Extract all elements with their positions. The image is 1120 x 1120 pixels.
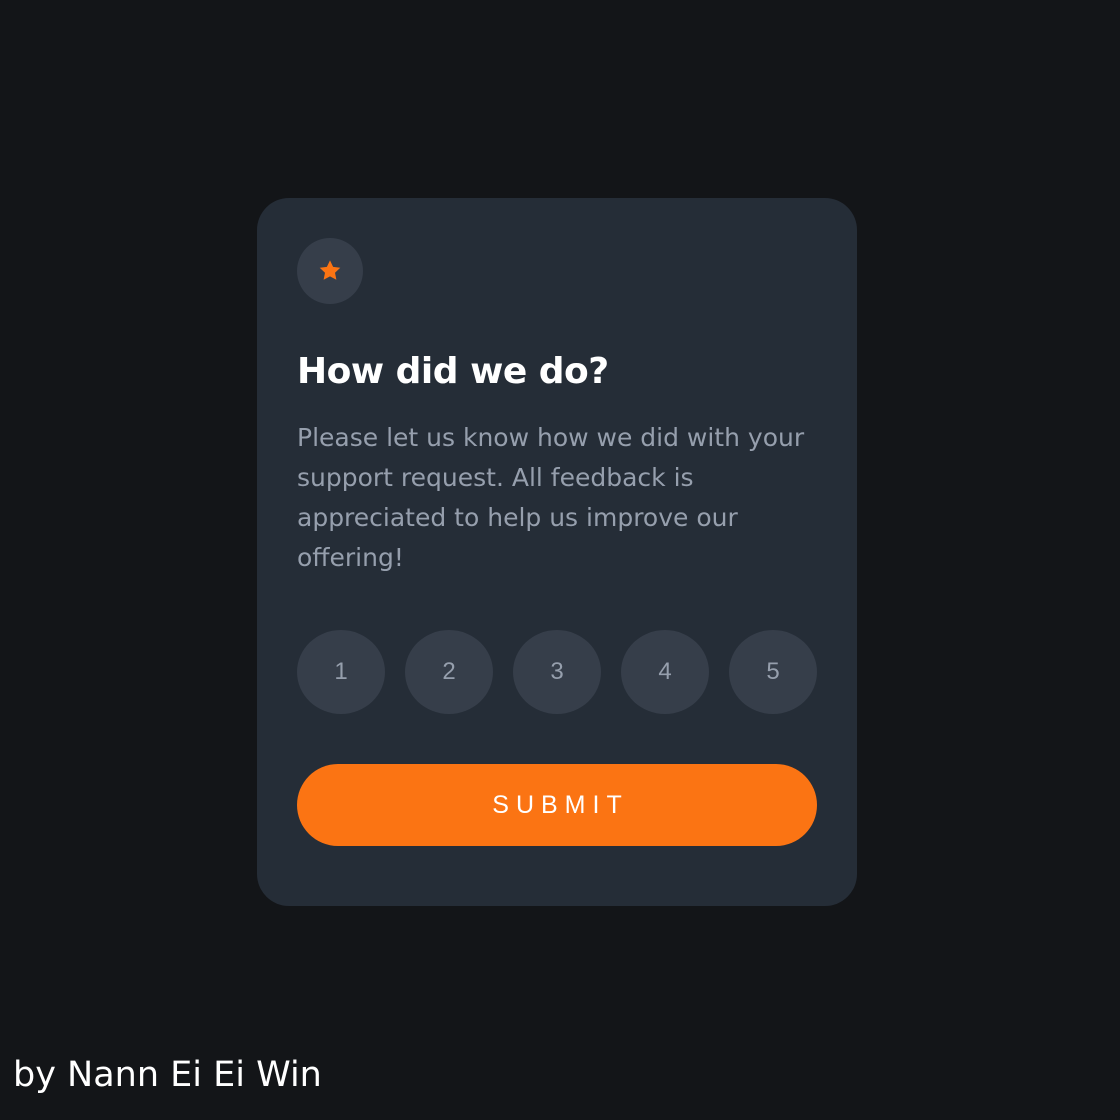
rating-card: How did we do? Please let us know how we… [257, 198, 857, 906]
submit-button[interactable]: SUBMIT [297, 764, 817, 846]
card-description: Please let us know how we did with your … [297, 423, 805, 572]
rating-button-1[interactable]: 1 [297, 630, 385, 714]
rating-button-4[interactable]: 4 [621, 630, 709, 714]
page: How did we do? Please let us know how we… [0, 0, 1120, 1120]
author-attribution: by Nann Ei Ei Win [13, 1055, 322, 1095]
rating-button-3[interactable]: 3 [513, 630, 601, 714]
rating-options: 1 2 3 4 5 [297, 630, 817, 714]
star-icon [319, 260, 341, 280]
star-badge [297, 238, 363, 304]
rating-button-5[interactable]: 5 [729, 630, 817, 714]
rating-button-2[interactable]: 2 [405, 630, 493, 714]
card-title: How did we do? [297, 351, 609, 392]
